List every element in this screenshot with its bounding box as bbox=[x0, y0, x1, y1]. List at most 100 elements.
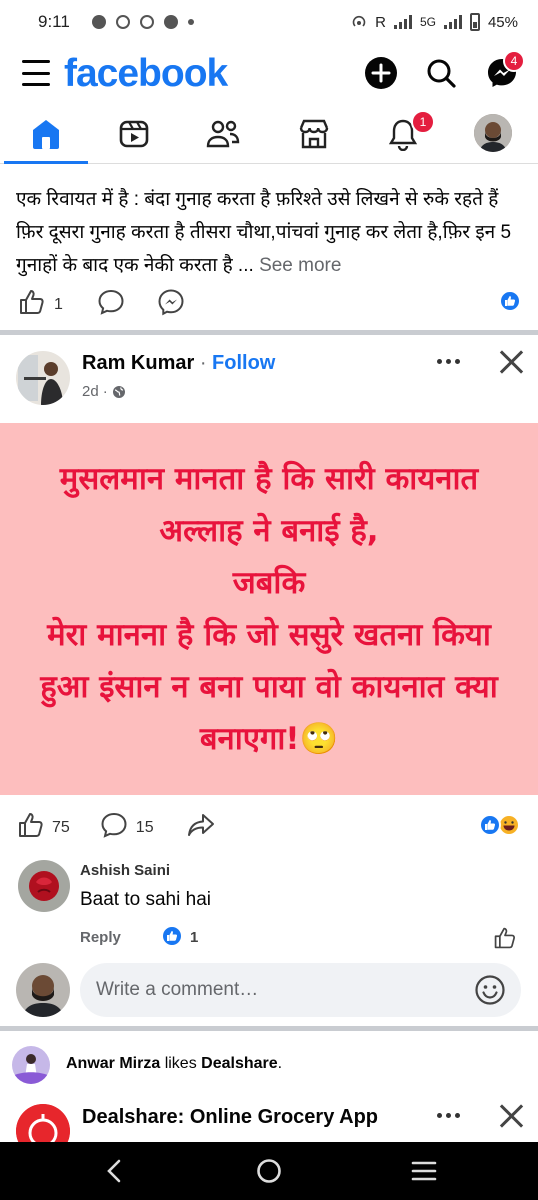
like-count: 1 bbox=[54, 295, 63, 313]
share-icon bbox=[187, 814, 214, 836]
feed-separator-2 bbox=[0, 1026, 538, 1031]
recents-icon[interactable] bbox=[411, 1160, 437, 1182]
see-more-link[interactable]: See more bbox=[259, 255, 341, 276]
follow-button[interactable]: Follow bbox=[212, 352, 275, 374]
facebook-notification-icon-2 bbox=[139, 15, 154, 29]
create-button[interactable] bbox=[364, 56, 398, 90]
like-reaction-icon bbox=[479, 814, 501, 836]
share-button[interactable] bbox=[186, 811, 216, 844]
more-options-icon[interactable] bbox=[437, 359, 460, 364]
post-image-text: मुसलमान मानता है कि सारी कायनात अल्लाह न… bbox=[40, 461, 498, 757]
separator-dot-2: · bbox=[102, 383, 108, 400]
signal-icon-2 bbox=[443, 15, 462, 29]
comment-author[interactable]: Ashish Saini bbox=[80, 862, 170, 879]
activity-end: . bbox=[277, 1055, 283, 1072]
post2-actions: 75 15 bbox=[17, 811, 216, 844]
like-button[interactable] bbox=[18, 288, 46, 321]
author-line: Ram Kumar · Follow bbox=[82, 352, 275, 375]
tab-notifications[interactable]: 1 bbox=[383, 110, 435, 154]
commenter-avatar[interactable] bbox=[18, 860, 70, 912]
activity-verb: likes bbox=[160, 1055, 202, 1072]
network-type: 5G bbox=[419, 15, 436, 29]
like-button[interactable] bbox=[17, 811, 45, 844]
system-nav-bar bbox=[0, 1142, 538, 1200]
comment-placeholder: Write a comment… bbox=[96, 979, 259, 1000]
tab-home[interactable] bbox=[26, 114, 66, 154]
profile-picture bbox=[474, 114, 512, 152]
hotspot-icon bbox=[352, 15, 366, 27]
like-reaction-icon bbox=[499, 290, 521, 312]
plus-icon bbox=[365, 57, 397, 89]
tab-friends[interactable] bbox=[203, 114, 243, 154]
signal-icon bbox=[393, 15, 412, 29]
comment-text: Baat to sahi hai bbox=[80, 889, 211, 910]
my-profile-picture bbox=[16, 963, 70, 1017]
post-image[interactable]: मुसलमान मानता है कि सारी कायनात अल्लाह न… bbox=[0, 423, 538, 795]
actor-picture bbox=[12, 1046, 50, 1084]
actor-avatar[interactable] bbox=[12, 1046, 50, 1084]
activity-text: Anwar Mirza likes Dealshare. bbox=[66, 1055, 282, 1073]
home-icon bbox=[33, 120, 59, 149]
comment-like-count: 1 bbox=[190, 929, 199, 946]
send-messenger-button[interactable] bbox=[157, 288, 185, 321]
messenger-badge: 4 bbox=[503, 50, 525, 72]
messenger-outline-icon bbox=[158, 289, 184, 316]
messenger-notification-icon bbox=[163, 15, 178, 29]
tab-bar: 1 bbox=[0, 104, 538, 164]
feed-separator bbox=[0, 330, 538, 335]
comment-input[interactable]: Write a comment… bbox=[80, 963, 521, 1017]
video-icon bbox=[119, 120, 149, 148]
app-header: facebook 4 bbox=[0, 44, 538, 104]
friends-icon bbox=[206, 120, 240, 148]
post-text: एक रिवायत में है : बंदा गुनाह करता है फ़… bbox=[16, 183, 526, 282]
active-tab-indicator bbox=[4, 161, 88, 164]
comment-like-reaction-icon bbox=[161, 925, 183, 947]
messenger-button[interactable]: 4 bbox=[485, 50, 525, 90]
close-icon-2[interactable] bbox=[499, 1104, 523, 1128]
haha-reaction-icon bbox=[498, 814, 520, 836]
post3-title[interactable]: Dealshare: Online Grocery App bbox=[82, 1106, 378, 1129]
tab-marketplace[interactable] bbox=[294, 114, 334, 154]
author-picture bbox=[16, 351, 70, 405]
rose-picture bbox=[18, 860, 70, 912]
notifications-badge: 1 bbox=[411, 110, 435, 134]
more-notifications-dot-icon bbox=[187, 19, 194, 25]
post1-actions: 1 bbox=[18, 288, 185, 321]
comment-icon bbox=[101, 812, 127, 838]
comment-like-button[interactable] bbox=[493, 926, 517, 955]
comment-button[interactable] bbox=[97, 288, 125, 321]
search-button[interactable] bbox=[424, 56, 458, 90]
facebook-notification-icon bbox=[115, 15, 130, 29]
author-name[interactable]: Ram Kumar bbox=[82, 352, 194, 374]
post-time[interactable]: 2d bbox=[82, 383, 99, 400]
tab-video[interactable] bbox=[114, 114, 154, 154]
emoji-icon[interactable] bbox=[474, 974, 506, 1006]
status-time: 9:11 bbox=[38, 12, 70, 31]
like-icon bbox=[19, 813, 43, 837]
status-right: R 5G 45% bbox=[351, 13, 518, 31]
like-icon bbox=[494, 927, 515, 949]
like-icon bbox=[20, 290, 44, 314]
status-left: 9:11 bbox=[38, 12, 194, 32]
activity-actor[interactable]: Anwar Mirza bbox=[66, 1055, 160, 1072]
home-button-icon[interactable] bbox=[256, 1158, 282, 1184]
chat-notification-icon bbox=[91, 15, 106, 29]
globe-icon bbox=[112, 385, 125, 398]
facebook-logo[interactable]: facebook bbox=[64, 52, 228, 96]
more-options-icon-2[interactable] bbox=[437, 1113, 460, 1118]
battery-level: 45% bbox=[487, 13, 518, 31]
search-icon bbox=[427, 59, 456, 88]
status-bar: 9:11 R 5G 45% bbox=[0, 0, 538, 44]
network-label: R bbox=[375, 13, 386, 31]
comment-button[interactable] bbox=[100, 811, 128, 844]
menu-icon[interactable] bbox=[22, 60, 50, 86]
activity-object[interactable]: Dealshare bbox=[201, 1055, 278, 1072]
close-icon[interactable] bbox=[499, 350, 523, 374]
back-icon[interactable] bbox=[104, 1159, 124, 1183]
profile-avatar[interactable] bbox=[474, 114, 512, 152]
my-avatar[interactable] bbox=[16, 963, 70, 1017]
marketplace-icon bbox=[299, 119, 329, 149]
like-count: 75 bbox=[52, 818, 70, 836]
author-avatar[interactable] bbox=[16, 351, 70, 405]
reply-button[interactable]: Reply bbox=[80, 929, 121, 946]
